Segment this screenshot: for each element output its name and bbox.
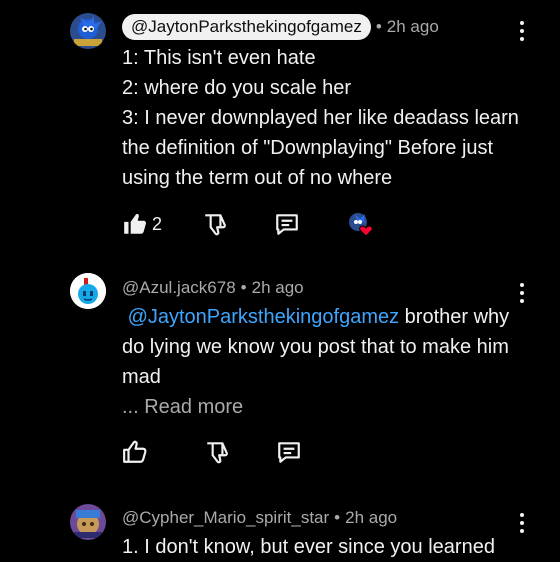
comment-header: @JaytonParksthekingofgamez • 2h ago [122,14,439,40]
timestamp[interactable]: 2h ago [252,278,304,298]
read-more-link[interactable]: ... Read more [122,392,542,422]
comment-text: 1: This isn't even hate 2: where do you … [122,43,542,193]
comment-text-segment: brother why [399,306,510,328]
comment-header: @Cypher_Mario_spirit_star • 2h ago [122,505,397,531]
more-vert-icon[interactable] [512,19,532,43]
separator: • [375,17,382,36]
comment-line: 2: where do you scale her [122,77,352,99]
avatar[interactable] [70,273,106,309]
comment-line: do lying we know you post that to make h… [122,336,509,358]
dislike-icon [205,214,226,236]
author-name[interactable]: @JaytonParksthekingofgamez [122,14,371,40]
avatar[interactable] [70,13,106,49]
comment-line: 3: I never downplayed her like deadass l… [122,107,519,129]
comment-actions [122,437,302,467]
avatar[interactable] [70,504,106,540]
creator-heart[interactable] [347,211,373,237]
like-icon [124,213,146,234]
author-name[interactable]: @Cypher_Mario_spirit_star [122,508,329,528]
mention-link[interactable]: @JaytonParksthekingofgamez [128,306,400,328]
comment-line: the definition of "Downplaying" Before j… [122,137,494,159]
comment-line: using the term out of no where [122,167,393,189]
separator: • [334,508,341,527]
reply-icon [276,214,298,235]
comment-text: 1. I don't know, but ever since you lear… [122,532,542,562]
comment-actions: 2 [122,209,373,239]
like-icon [123,440,147,463]
separator: • [240,278,247,297]
comment-header: @Azul.jack678 • 2h ago [122,275,304,301]
dislike-icon [207,442,228,464]
creator-heart-icon [349,213,373,237]
comment-line: mad [122,366,161,388]
like-count: 2 [152,213,163,234]
timestamp[interactable]: 2h ago [345,508,397,528]
reply-icon [278,442,300,463]
reply-button[interactable] [274,211,300,237]
like-button[interactable] [122,211,148,237]
timestamp[interactable]: 2h ago [387,17,439,37]
comment-text: @JaytonParksthekingofgamez brother why d… [122,302,542,422]
dislike-button[interactable] [204,439,230,465]
comment-line: @JaytonParksthekingofgamez brother why [122,302,542,332]
reply-button[interactable] [276,439,302,465]
author-name[interactable]: @Azul.jack678 [122,278,236,298]
comment-line: 1: This isn't even hate [122,47,316,69]
comment-line: 1. I don't know, but ever since you lear… [122,536,495,558]
like-button[interactable] [122,439,148,465]
dislike-button[interactable] [202,211,228,237]
